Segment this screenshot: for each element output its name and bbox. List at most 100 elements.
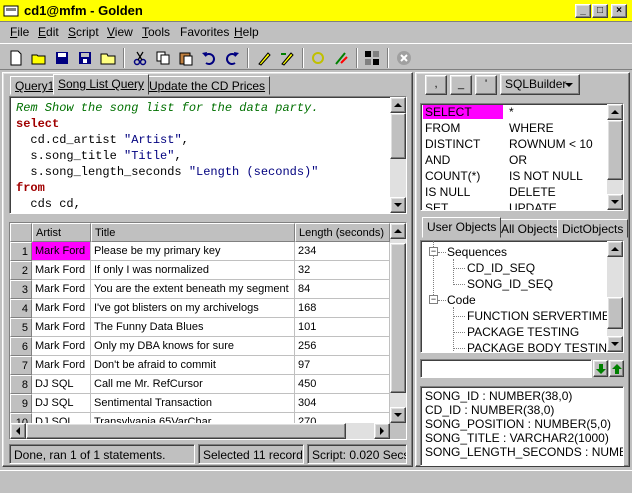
maximize-button[interactable]: □: [592, 4, 608, 18]
cell-artist[interactable]: Mark Ford: [32, 337, 91, 356]
row-number[interactable]: 5: [10, 318, 32, 337]
new-icon[interactable]: [5, 47, 27, 69]
column-header-length[interactable]: Length (seconds): [295, 223, 390, 242]
cell-artist[interactable]: Mark Ford: [32, 280, 91, 299]
cell-length[interactable]: 84: [295, 280, 390, 299]
cell-title[interactable]: Sentimental Transaction: [91, 394, 295, 413]
cell-title[interactable]: Only my DBA knows for sure: [91, 337, 295, 356]
cell-length[interactable]: 168: [295, 299, 390, 318]
paste-icon[interactable]: [175, 47, 197, 69]
cut-icon[interactable]: [129, 47, 151, 69]
menu-edit[interactable]: Edit: [38, 25, 59, 39]
tab-update-cd-prices[interactable]: Update the CD Prices: [144, 76, 271, 95]
tree-scroll-up-button[interactable]: [607, 241, 623, 257]
sql-keyword-list[interactable]: SELECT * FROM WHERE DISTINCT ROWNUM < 10 AND OR…: [420, 103, 624, 211]
keyword-item[interactable]: *: [509, 105, 514, 119]
close-button[interactable]: ×: [611, 4, 627, 18]
keyword-item[interactable]: UPDATE: [509, 201, 557, 210]
tab-user-objects[interactable]: User Objects: [422, 217, 502, 238]
row-number[interactable]: 8: [10, 375, 32, 394]
menu-tools[interactable]: Tools: [142, 25, 170, 39]
cell-title[interactable]: Don't be afraid to commit: [91, 356, 295, 375]
tree-vscrollbar[interactable]: [607, 241, 623, 352]
explain-icon[interactable]: [330, 47, 352, 69]
tree-scroll-down-button[interactable]: [607, 336, 623, 352]
grid-hscroll-thumb[interactable]: [26, 423, 346, 439]
keyword-item[interactable]: DISTINCT: [423, 137, 503, 151]
cell-artist[interactable]: DJ SQL: [32, 375, 91, 394]
row-number[interactable]: 3: [10, 280, 32, 299]
cell-artist[interactable]: Mark Ford: [32, 318, 91, 337]
cell-artist[interactable]: Mark Ford: [32, 242, 91, 261]
underscore-button[interactable]: _: [450, 75, 472, 95]
execute-icon[interactable]: [253, 47, 275, 69]
keyword-item[interactable]: OR: [509, 153, 527, 167]
row-number[interactable]: 9: [10, 394, 32, 413]
cell-length[interactable]: 256: [295, 337, 390, 356]
tab-dict-objects[interactable]: DictObjects: [557, 219, 629, 238]
cell-title[interactable]: If only I was normalized: [91, 261, 295, 280]
quote-button[interactable]: ': [475, 75, 497, 95]
cell-length[interactable]: 450: [295, 375, 390, 394]
cell-title[interactable]: Call me Mr. RefCursor: [91, 375, 295, 394]
cell-length[interactable]: 101: [295, 318, 390, 337]
title-bar[interactable]: cd1@mfm - Golden _ □ ×: [0, 0, 632, 22]
menu-help[interactable]: Help: [234, 25, 259, 39]
schema-icon[interactable]: [361, 47, 383, 69]
cell-artist[interactable]: Mark Ford: [32, 356, 91, 375]
row-number[interactable]: 2: [10, 261, 32, 280]
tree-node-code[interactable]: Code: [447, 293, 476, 307]
cell-title[interactable]: Please be my primary key: [91, 242, 295, 261]
sql-editor[interactable]: Rem Show the song list for the data part…: [9, 96, 407, 214]
editor-scroll-up-button[interactable]: [390, 97, 406, 113]
cell-length[interactable]: 32: [295, 261, 390, 280]
arrow-up-green-icon[interactable]: [609, 360, 624, 377]
cell-title[interactable]: The Funny Data Blues: [91, 318, 295, 337]
grid-scroll-down-button[interactable]: [390, 407, 406, 423]
grid-hscrollbar[interactable]: [10, 423, 390, 439]
cell-length[interactable]: 234: [295, 242, 390, 261]
grid-vscroll-thumb[interactable]: [390, 243, 406, 393]
keyword-item[interactable]: FROM: [423, 121, 503, 135]
arrow-down-green-icon[interactable]: [593, 360, 608, 377]
execute-step-icon[interactable]: [276, 47, 298, 69]
row-number[interactable]: 1: [10, 242, 32, 261]
keyword-item[interactable]: AND: [423, 153, 503, 167]
copy-icon[interactable]: [152, 47, 174, 69]
tree-node-package-testing[interactable]: PACKAGE TESTING: [467, 325, 579, 339]
keywords-scroll-up-button[interactable]: [607, 104, 623, 120]
collapse-code-icon[interactable]: −: [429, 295, 438, 304]
tree-scroll-thumb[interactable]: [607, 297, 623, 329]
keyword-item[interactable]: SELECT: [423, 105, 503, 119]
commit-icon[interactable]: [307, 47, 329, 69]
tab-query1[interactable]: Query1: [10, 76, 60, 95]
menu-file[interactable]: File: [10, 25, 29, 39]
keywords-vscrollbar[interactable]: [607, 104, 623, 210]
comma-button[interactable]: ,: [425, 75, 447, 95]
results-grid[interactable]: Artist Title Length (seconds) 1 Mark Ford…: [9, 222, 407, 440]
editor-vscrollbar[interactable]: [390, 97, 406, 213]
tree-node-package-body-testing[interactable]: PACKAGE BODY TESTING: [467, 341, 616, 352]
grid-scroll-right-button[interactable]: [374, 423, 390, 439]
menu-view[interactable]: View: [107, 25, 133, 39]
editor-scroll-down-button[interactable]: [390, 197, 406, 213]
cell-artist[interactable]: DJ SQL: [32, 394, 91, 413]
keyword-item[interactable]: SET: [423, 201, 503, 210]
cell-artist[interactable]: Mark Ford: [32, 299, 91, 318]
column-header-artist[interactable]: Artist: [32, 223, 91, 242]
open-icon[interactable]: [28, 47, 50, 69]
keyword-item[interactable]: COUNT(*): [423, 169, 503, 183]
cell-artist[interactable]: Mark Ford: [32, 261, 91, 280]
sqlbuilder-dropdown[interactable]: SQLBuilder: [500, 74, 580, 95]
tree-node-sequences[interactable]: Sequences: [447, 245, 507, 259]
minimize-button[interactable]: _: [575, 4, 591, 18]
cell-length[interactable]: 97: [295, 356, 390, 375]
save-all-icon[interactable]: [74, 47, 96, 69]
menu-script[interactable]: Script: [68, 25, 99, 39]
collapse-sequences-icon[interactable]: −: [429, 247, 438, 256]
tree-node-function-servertime[interactable]: FUNCTION SERVERTIME: [467, 309, 610, 323]
tab-song-list-query[interactable]: Song List Query: [53, 74, 150, 95]
cell-title[interactable]: I've got blisters on my archivelogs: [91, 299, 295, 318]
stop-icon[interactable]: [393, 47, 415, 69]
tab-all-objects[interactable]: All Objects: [496, 219, 564, 238]
